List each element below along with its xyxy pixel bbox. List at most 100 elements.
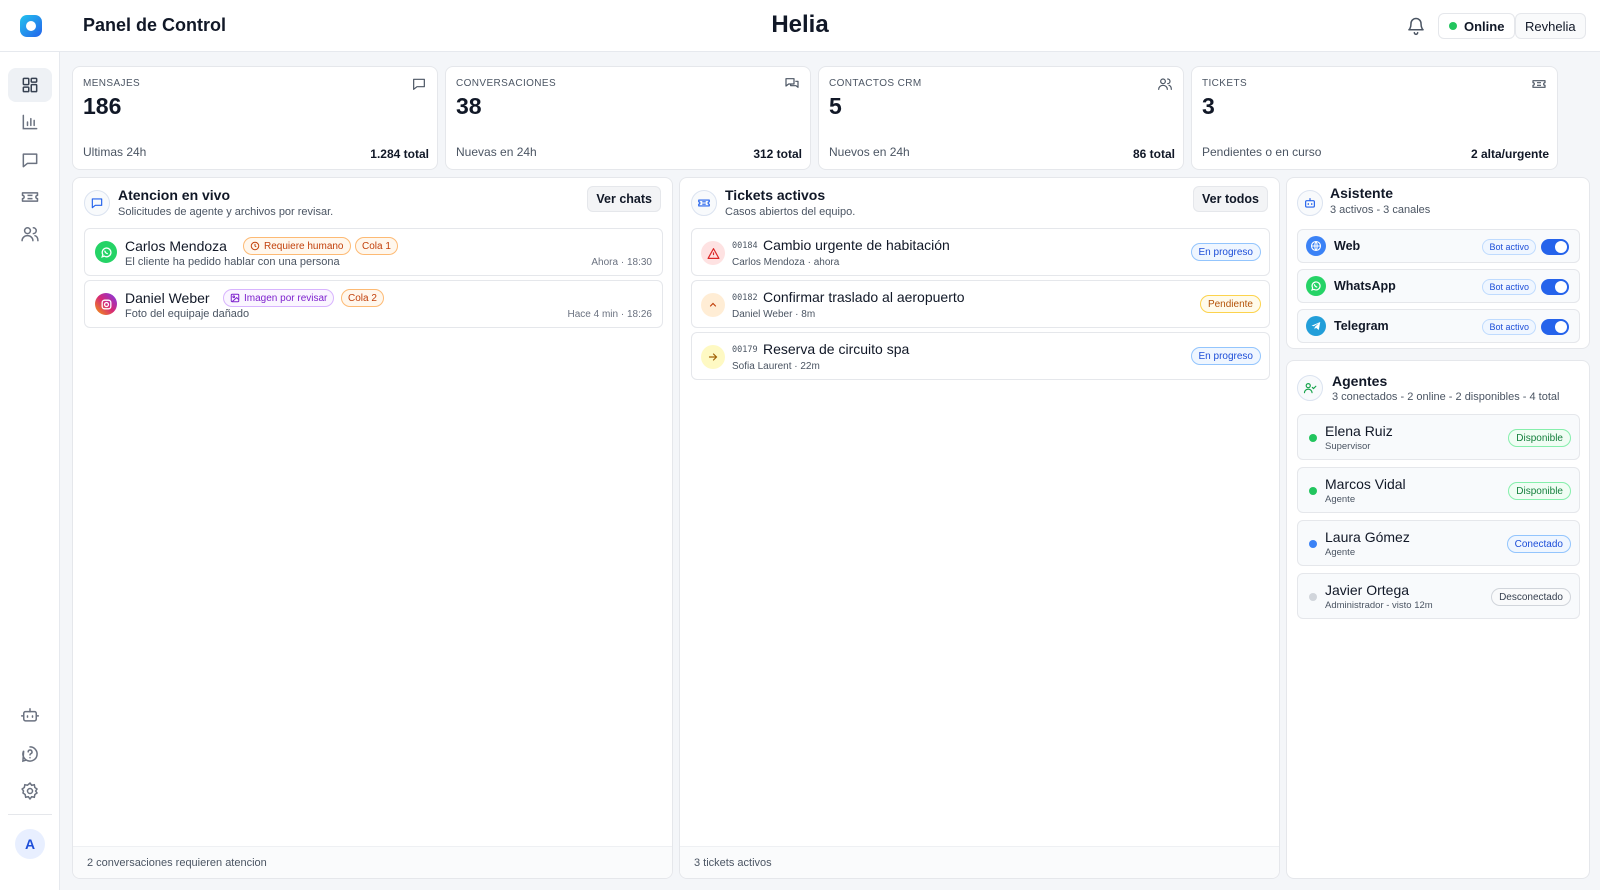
avatar[interactable]: A bbox=[15, 829, 45, 859]
stat-label: CONTACTOS CRM bbox=[829, 78, 922, 89]
agent-row[interactable]: Elena Ruiz Supervisor Disponible bbox=[1297, 414, 1580, 460]
stat-card-contacts: CONTACTOS CRM 5 Nuevos en 24h 86 total bbox=[818, 66, 1184, 170]
image-icon bbox=[230, 293, 240, 303]
live-item[interactable]: Daniel Weber Imagen por revisar Cola 2 F… bbox=[84, 280, 663, 328]
status-dot-icon bbox=[1309, 487, 1317, 495]
contact-name: Carlos Mendoza bbox=[125, 238, 227, 254]
bot-icon bbox=[1297, 190, 1323, 216]
channel-name: Web bbox=[1334, 239, 1361, 253]
sidebar-item-settings[interactable] bbox=[8, 774, 52, 808]
active-tickets-panel: Tickets activos Casos abiertos del equip… bbox=[679, 177, 1280, 879]
agent-role: Administrador - visto 12m bbox=[1325, 600, 1433, 611]
online-status-button[interactable]: Online bbox=[1438, 13, 1516, 39]
status-badge: Desconectado bbox=[1491, 588, 1571, 606]
ticket-meta: Sofia Laurent · 22m bbox=[732, 361, 820, 372]
live-item[interactable]: Carlos Mendoza Requiere humano Cola 1 El… bbox=[84, 228, 663, 276]
stat-value: 38 bbox=[456, 93, 482, 119]
brand-name: Helia bbox=[771, 11, 829, 38]
ticket-row[interactable]: 00184 Cambio urgente de habitación Carlo… bbox=[691, 228, 1270, 276]
bot-toggle[interactable] bbox=[1541, 239, 1569, 255]
channel-row-telegram: Telegram Bot activo bbox=[1297, 309, 1580, 343]
status-dot-icon bbox=[1309, 540, 1317, 548]
top-header: Panel de Control Helia Online Revhelia bbox=[0, 0, 1600, 52]
panel-title: Asistente bbox=[1330, 185, 1394, 201]
sidebar-item-chats[interactable] bbox=[8, 143, 52, 177]
clock-icon bbox=[250, 241, 260, 251]
agents-panel: Agentes 3 conectados - 2 online - 2 disp… bbox=[1286, 360, 1590, 879]
sidebar-item-analytics[interactable] bbox=[8, 105, 52, 139]
agent-role: Agente bbox=[1325, 494, 1356, 505]
agent-row[interactable]: Laura Gómez Agente Conectado bbox=[1297, 520, 1580, 566]
assistant-panel: Asistente 3 activos - 3 canales Web Bot … bbox=[1286, 177, 1590, 349]
telegram-icon bbox=[1306, 316, 1326, 336]
panel-footer: 3 tickets activos bbox=[680, 846, 1279, 878]
settings-icon bbox=[21, 781, 39, 801]
message-icon bbox=[413, 78, 425, 90]
app-logo[interactable] bbox=[20, 15, 42, 37]
whatsapp-icon bbox=[1306, 276, 1326, 296]
ticket-title: Confirmar traslado al aeropuerto bbox=[763, 289, 965, 305]
panel-title: Atencion en vivo bbox=[118, 187, 231, 203]
timestamp: Ahora · 18:30 bbox=[591, 257, 652, 268]
stat-total: 1.284 total bbox=[370, 147, 429, 161]
bot-icon bbox=[20, 708, 40, 722]
stat-value: 3 bbox=[1202, 93, 1215, 119]
footer-text: 3 tickets activos bbox=[694, 857, 772, 869]
bot-active-badge: Bot activo bbox=[1482, 319, 1536, 335]
sidebar-divider bbox=[8, 814, 52, 815]
bot-active-badge: Bot activo bbox=[1482, 239, 1536, 255]
view-all-tickets-button[interactable]: Ver todos bbox=[1193, 186, 1268, 212]
bot-toggle[interactable] bbox=[1541, 319, 1569, 335]
help-icon bbox=[22, 746, 38, 763]
stat-sub: Ultimas 24h bbox=[83, 145, 147, 159]
timestamp: Hace 4 min · 18:26 bbox=[567, 309, 653, 320]
sidebar-item-tickets[interactable] bbox=[8, 180, 52, 214]
ticket-code: 00184 bbox=[732, 241, 758, 251]
requires-human-badge: Requiere humano bbox=[243, 237, 351, 255]
stat-card-messages: MENSAJES 186 Ultimas 24h 1.284 total bbox=[72, 66, 438, 170]
stat-label: MENSAJES bbox=[83, 78, 141, 89]
stat-label: TICKETS bbox=[1202, 78, 1248, 89]
sidebar: A bbox=[0, 52, 60, 890]
status-dot-icon bbox=[1309, 434, 1317, 442]
globe-icon bbox=[1306, 236, 1326, 256]
bell-icon[interactable] bbox=[1406, 16, 1426, 36]
sidebar-item-help[interactable] bbox=[8, 737, 52, 771]
ticket-title: Reserva de circuito spa bbox=[763, 341, 910, 357]
user-check-icon bbox=[1297, 375, 1323, 401]
sidebar-item-bot[interactable] bbox=[8, 698, 52, 732]
ticket-row[interactable]: 00182 Confirmar traslado al aeropuerto D… bbox=[691, 280, 1270, 328]
agent-row[interactable]: Javier Ortega Administrador - visto 12m … bbox=[1297, 573, 1580, 619]
user-menu-button[interactable]: Revhelia bbox=[1515, 13, 1586, 39]
online-dot-icon bbox=[1449, 22, 1457, 30]
online-status-label: Online bbox=[1464, 18, 1505, 34]
view-chats-button[interactable]: Ver chats bbox=[587, 186, 661, 212]
users-icon bbox=[21, 227, 39, 242]
ticket-title: Cambio urgente de habitación bbox=[763, 237, 950, 253]
contacts-icon bbox=[1158, 78, 1172, 90]
sidebar-item-dashboard[interactable] bbox=[8, 68, 52, 102]
stat-label: CONVERSACIONES bbox=[456, 78, 557, 89]
ticket-code: 00182 bbox=[732, 293, 758, 303]
sidebar-item-contacts[interactable] bbox=[8, 217, 52, 251]
agent-name: Laura Gómez bbox=[1325, 529, 1410, 545]
bot-toggle[interactable] bbox=[1541, 279, 1569, 295]
message-preview: El cliente ha pedido hablar con una pers… bbox=[125, 256, 340, 268]
ticket-row[interactable]: 00179 Reserva de circuito spa Sofia Laur… bbox=[691, 332, 1270, 380]
contact-name: Daniel Weber bbox=[125, 290, 210, 306]
status-dot-icon bbox=[1309, 593, 1317, 601]
agent-role: Supervisor bbox=[1325, 441, 1371, 452]
panel-footer: 2 conversaciones requieren atencion bbox=[73, 846, 672, 878]
chart-icon bbox=[22, 114, 38, 130]
chat-icon bbox=[84, 190, 110, 216]
channel-name: WhatsApp bbox=[1334, 279, 1396, 293]
agent-name: Marcos Vidal bbox=[1325, 476, 1406, 492]
stat-sub: Pendientes o en curso bbox=[1202, 145, 1322, 159]
ticket-meta: Daniel Weber · 8m bbox=[732, 309, 816, 320]
status-badge: En progreso bbox=[1190, 347, 1261, 365]
agent-row[interactable]: Marcos Vidal Agente Disponible bbox=[1297, 467, 1580, 513]
chevron-up-icon bbox=[701, 293, 725, 317]
agent-name: Elena Ruiz bbox=[1325, 423, 1393, 439]
badge-label: Imagen por revisar bbox=[244, 292, 328, 304]
stat-value: 186 bbox=[83, 93, 122, 119]
